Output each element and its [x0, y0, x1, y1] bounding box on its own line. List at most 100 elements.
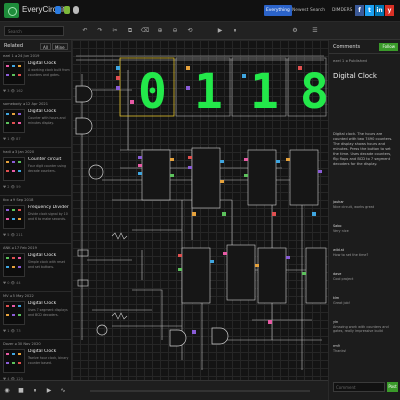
comment-text: Nice circuit, works great — [333, 204, 375, 209]
card-description: Simple clock with reset and set buttons. — [28, 260, 65, 269]
play-icon[interactable]: ▶ — [215, 26, 225, 36]
card-author[interactable]: tbx ◂ 9 Sep 2018 — [3, 198, 33, 202]
card-title[interactable]: Frequency Divider — [28, 205, 70, 210]
comment-item: jauhar Nice circuit, works great — [333, 200, 397, 209]
comment-text: Very nice — [333, 228, 349, 233]
nav-search[interactable]: Search — [308, 5, 327, 16]
circuit-description: Digital clock. The hours are counted wit… — [333, 132, 393, 166]
pause-icon[interactable]: ⏸ — [230, 26, 240, 36]
twitter-icon[interactable]: t — [365, 5, 374, 16]
nav-everything[interactable]: Everything — [264, 5, 292, 16]
facebook-icon[interactable]: f — [355, 5, 364, 16]
circuit-thumbnail[interactable] — [3, 157, 25, 181]
comment-user[interactable]: Sabo — [333, 224, 341, 228]
related-circuit-card[interactable]: ANK ◂ 17 Feb 2019 Digital Clock Simple clo… — [0, 244, 71, 292]
delete-icon[interactable]: ⌫ — [140, 26, 150, 36]
card-stats: ♥ 0 👁 44 — [3, 281, 21, 285]
card-title[interactable]: Counter circuit — [28, 157, 70, 162]
filter-mine-button[interactable]: Mine — [52, 43, 68, 50]
card-stats: ♥ 2 👁 59 — [3, 185, 21, 189]
display-digit-4: 8 — [300, 64, 328, 120]
related-circuit-card[interactable]: hadi ◂ 3 Jan 2020 Counter circuit Four dig… — [0, 148, 71, 196]
comments-panel: Comments Follow ezel 1 ◂ Published Digit… — [328, 40, 400, 400]
zoom-out-icon[interactable]: ⊖ — [170, 26, 180, 36]
circuit-schematic: 0 1 1 8 — [75, 55, 328, 370]
circuit-thumbnail[interactable] — [3, 109, 25, 133]
timeline-slider[interactable] — [90, 390, 310, 392]
comment-user[interactable]: jauhar — [333, 200, 344, 204]
related-circuits-panel: Related All Mine ezel 1 ◂ 24 Jun 2019 Dig… — [0, 40, 72, 397]
redo-icon[interactable]: ↷ — [95, 26, 105, 36]
card-description: Uses 7 segment displays and BCD decoders… — [28, 308, 68, 317]
card-title[interactable]: Digital Clock — [28, 61, 70, 66]
card-author[interactable]: hadi ◂ 3 Jan 2020 — [3, 150, 34, 154]
pause-bottom-icon[interactable]: ⏸ — [30, 386, 40, 396]
card-title[interactable]: Digital Clock — [28, 109, 70, 114]
scope-icon[interactable]: ∿ — [58, 386, 68, 396]
windows-icon[interactable] — [55, 6, 61, 14]
comment-user[interactable]: klm — [333, 296, 339, 300]
circuit-thumbnail[interactable] — [3, 205, 25, 229]
menu-icon[interactable]: ☰ — [310, 26, 320, 36]
card-author[interactable]: somebody ◂ 12 Apr 2021 — [3, 102, 48, 106]
card-author[interactable]: Dozer ◂ 30 Nov 2020 — [3, 342, 41, 346]
rotate-icon[interactable]: ⟲ — [185, 26, 195, 36]
top-bar: EveryCircuit Everything Newest Search DI… — [0, 0, 400, 22]
step-icon[interactable]: ▶ — [44, 386, 54, 396]
card-title[interactable]: Digital Clock — [28, 301, 70, 306]
circuit-title: Digital Clock — [333, 72, 377, 80]
comment-user[interactable]: wild.st — [333, 248, 344, 252]
linkedin-icon[interactable]: in — [375, 5, 384, 16]
comment-text: How to set the time? — [333, 252, 369, 257]
mute-icon[interactable]: ◉ — [2, 386, 12, 396]
comment-text: Amazing work with counters and gates, re… — [333, 324, 389, 334]
comment-user[interactable]: rm9 — [333, 344, 340, 348]
related-panel-title: Related — [4, 43, 23, 49]
circuit-thumbnail[interactable] — [3, 253, 25, 277]
comment-item: rm9 Thanks! — [333, 344, 397, 353]
comment-user[interactable]: dave — [333, 272, 341, 276]
follow-button[interactable]: Follow — [379, 43, 398, 51]
card-author[interactable]: ezel 1 ◂ 24 Jun 2019 — [3, 54, 39, 58]
card-title[interactable]: Digital Clock — [28, 253, 70, 258]
comment-user[interactable]: yin — [333, 320, 338, 324]
display-digit-1: 0 — [138, 64, 167, 120]
circuit-thumbnail[interactable] — [3, 61, 25, 85]
nav-account[interactable]: DIMDERS — [330, 5, 354, 16]
comment-text: Cool project — [333, 276, 354, 281]
card-stats: ♥ 1 👁 73 — [3, 329, 21, 333]
related-circuit-card[interactable]: tbx ◂ 9 Sep 2018 Frequency Divider Divide … — [0, 196, 71, 244]
undo-icon[interactable]: ↶ — [80, 26, 90, 36]
comment-text: Thanks! — [333, 348, 347, 353]
card-description: A working clock built from counters and … — [28, 68, 70, 77]
zoom-in-icon[interactable]: ⊕ — [155, 26, 165, 36]
circuit-canvas[interactable]: 0 1 1 8 — [72, 40, 328, 380]
card-author[interactable]: MV ◂ 5 May 2022 — [3, 294, 34, 298]
android-icon[interactable] — [64, 6, 70, 14]
comments-title: Comments — [333, 44, 361, 50]
comment-item: yin Amazing work with counters and gates,… — [333, 320, 397, 334]
related-circuit-card[interactable]: ezel 1 ◂ 24 Jun 2019 Digital Clock A worki… — [0, 52, 71, 100]
search-input[interactable]: Search — [4, 26, 64, 36]
author-line[interactable]: ezel 1 ◂ Published — [333, 58, 367, 63]
comment-item: wild.st How to set the time? — [333, 248, 397, 257]
card-stats: ♥ 5 👁 211 — [3, 233, 23, 237]
settings-icon[interactable]: ⚙ — [290, 26, 300, 36]
stop-icon[interactable]: ■ — [16, 386, 26, 396]
comment-input[interactable]: Comment — [333, 382, 385, 392]
post-comment-button[interactable]: Post — [387, 382, 398, 392]
everycircuit-logo-icon[interactable] — [4, 3, 19, 18]
circuit-thumbnail[interactable] — [3, 349, 25, 373]
copy-icon[interactable]: ⧉ — [125, 26, 135, 36]
card-author[interactable]: ANK ◂ 17 Feb 2019 — [3, 246, 37, 250]
cut-icon[interactable]: ✂ — [110, 26, 120, 36]
circuit-thumbnail[interactable] — [3, 301, 25, 325]
apple-icon[interactable] — [73, 6, 79, 14]
comment-item: dave Cool project — [333, 272, 397, 281]
filter-all-button[interactable]: All — [40, 43, 51, 50]
display-digit-2: 1 — [194, 64, 223, 120]
card-title[interactable]: Digital Clock — [28, 349, 70, 354]
related-circuit-card[interactable]: somebody ◂ 12 Apr 2021 Digital Clock Count… — [0, 100, 71, 148]
youtube-icon[interactable]: y — [385, 5, 394, 16]
related-circuit-card[interactable]: MV ◂ 5 May 2022 Digital Clock Uses 7 segme… — [0, 292, 71, 340]
